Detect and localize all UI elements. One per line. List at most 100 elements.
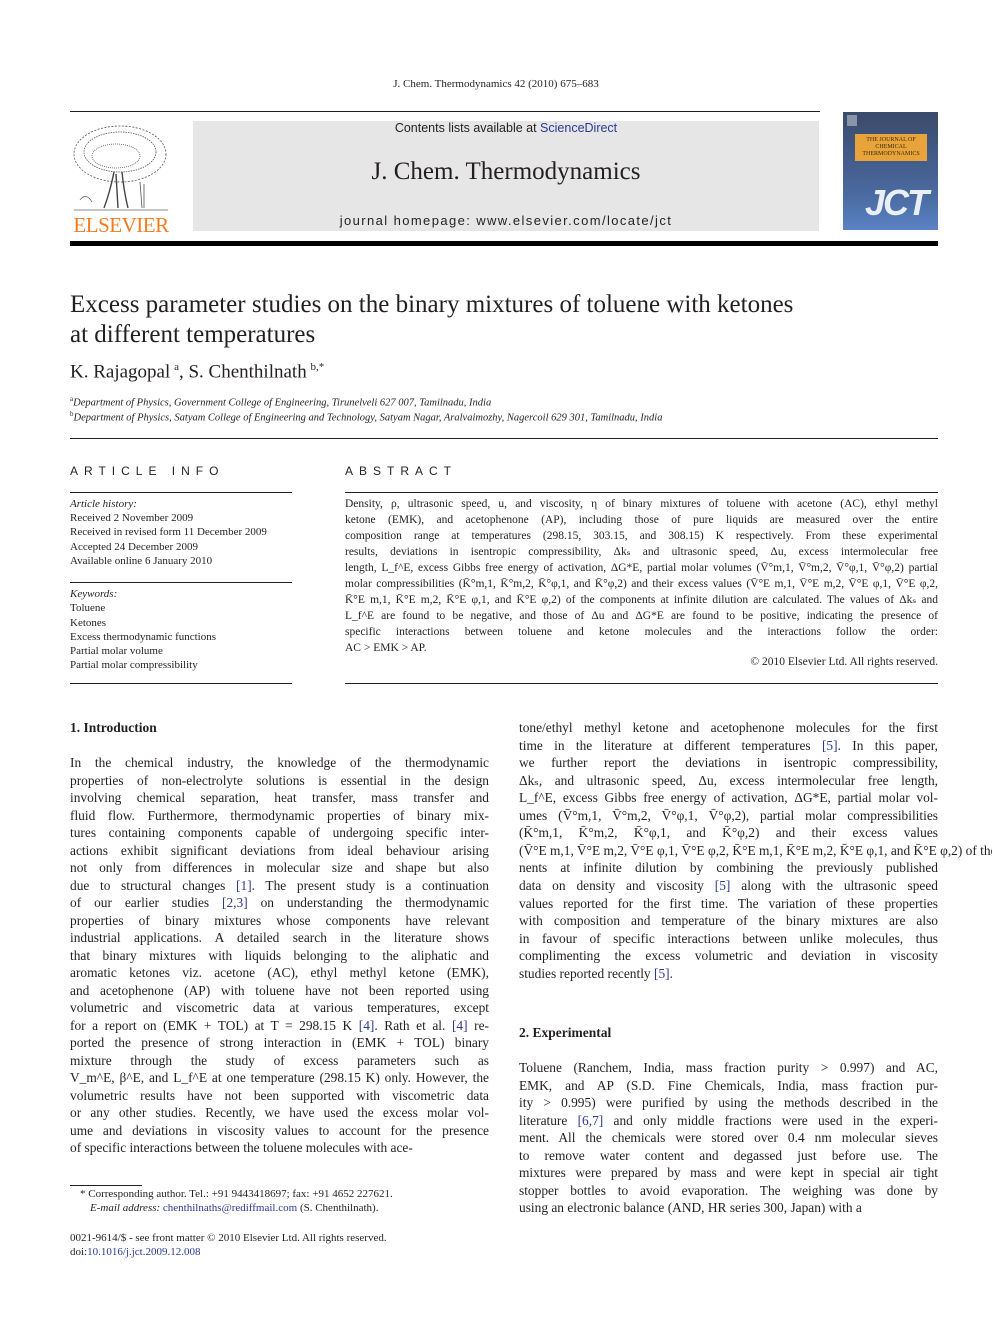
author-affil-sup: a xyxy=(174,361,179,373)
front-matter-note: 0021-9614/$ - see front matter © 2010 El… xyxy=(70,1232,387,1244)
tree-icon xyxy=(73,125,168,211)
paragraph-line: (V̄°E m,1, V̄°E m,2, V̄°E φ,1, V̄°E φ,2,… xyxy=(519,842,992,858)
author-name[interactable]: K. Rajagopal xyxy=(70,361,170,382)
section-title-experimental: 2. Experimental xyxy=(519,1025,612,1040)
paragraph-line: In the chemical industry, the knowledge … xyxy=(70,755,489,770)
paragraph-line: using an electronic balance (AND, HR ser… xyxy=(519,1200,862,1215)
paragraph-line: not only from differences in molecular s… xyxy=(70,860,489,875)
abstract-line: composition range at temperatures (298.1… xyxy=(345,530,938,542)
paragraph-line: V_m^E, β^E, and L_f^E at one temperature… xyxy=(70,1070,489,1085)
paragraph-line: fluid flow. Furthermore, thermodynamic p… xyxy=(70,807,489,823)
sciencedirect-link[interactable]: ScienceDirect xyxy=(540,121,617,135)
paragraph-line: Δkₛ, and ultrasonic speed, Δu, excess in… xyxy=(519,772,938,788)
article-info-bottom-rule xyxy=(70,683,292,684)
paragraph-line: stopper bottles to avoid evaporation. Th… xyxy=(519,1182,938,1198)
contents-line: Contents lists available at ScienceDirec… xyxy=(193,121,819,135)
paragraph-line: industrial applications. A detailed sear… xyxy=(70,930,489,945)
keyword[interactable]: Partial molar compressibility xyxy=(70,658,198,672)
abstract-line: specific interactions between toluene an… xyxy=(345,626,938,638)
abstract-line: results, deviations in isentropic compre… xyxy=(345,546,938,558)
paragraph-line: ment. All the chemicals were stored over… xyxy=(519,1130,938,1145)
abstract-line: K̄°E m,1, K̄°E m,2, K̄°E φ,1, and K̄°E φ… xyxy=(345,594,938,606)
journal-banner: Contents lists available at ScienceDirec… xyxy=(193,121,819,231)
paragraph-line: we further report the deviations in isen… xyxy=(519,755,938,771)
paragraph-line: for a report on (EMK + TOL) at T = 298.1… xyxy=(70,1017,489,1033)
affiliation-b: bDepartment of Physics, Satyam College o… xyxy=(70,410,662,424)
paragraph-line: due to structural changes [1]. The prese… xyxy=(70,877,489,893)
author-list: K. Rajagopal a, S. Chenthilnath b,* xyxy=(70,361,325,383)
paragraph-line: of our earlier studies [2,3] on understa… xyxy=(70,895,489,910)
running-head: J. Chem. Thermodynamics 42 (2010) 675–68… xyxy=(393,78,599,90)
paragraph-line: that binary mixtures with liquids belong… xyxy=(70,947,489,963)
paragraph-line: time in the literature at different temp… xyxy=(519,737,938,753)
paragraph-line: values reported for the first time. The … xyxy=(519,895,938,911)
abstract-heading: ABSTRACT xyxy=(345,464,458,478)
paragraph-line: ume and deviations in viscosity values t… xyxy=(70,1122,489,1138)
contents-prefix: Contents lists available at xyxy=(394,121,541,135)
paragraph-line: ported the presence of strong interactio… xyxy=(70,1035,489,1050)
citation-link[interactable]: [2,3] xyxy=(222,895,248,910)
article-info-rule xyxy=(70,492,292,493)
paragraph-line: mixture through the study of excess para… xyxy=(70,1052,489,1068)
abstract-rule xyxy=(345,492,938,493)
abstract-line: molar compressibilities (K̄°m,1, K̄°m,2,… xyxy=(345,578,938,590)
affiliation-a: aDepartment of Physics, Government Colle… xyxy=(70,395,491,409)
affil-text: Department of Physics, Satyam College of… xyxy=(73,412,663,424)
paragraph-line: Toluene (Ranchem, India, mass fraction p… xyxy=(519,1060,938,1075)
paragraph-line: in favour of specific interactions betwe… xyxy=(519,930,938,946)
paragraph-line: complimenting the excess volumetric and … xyxy=(519,948,938,964)
paragraph-line: properties of binary mixtures whose comp… xyxy=(70,912,489,928)
footnote-rule xyxy=(70,1185,142,1186)
citation-link[interactable]: [6,7] xyxy=(578,1113,604,1128)
paragraph-line: nents at infinite dilution by combining … xyxy=(519,860,938,876)
elsevier-mini-icon xyxy=(847,115,857,126)
abstract-line: ketone (EMK), and acetophenone (AP), inc… xyxy=(345,514,938,526)
journal-title: J. Chem. Thermodynamics xyxy=(371,158,641,185)
article-info-heading: ARTICLE INFO xyxy=(70,464,225,478)
article-title: Excess parameter studies on the binary m… xyxy=(70,290,930,350)
paragraph-line: to remove water content and degassed jus… xyxy=(519,1147,938,1163)
email-link[interactable]: chenthilnaths@rediffmail.com xyxy=(163,1202,297,1214)
citation-link[interactable]: [5] xyxy=(654,966,670,981)
paragraph-line: involving chemical separation, heat tran… xyxy=(70,790,489,805)
email-label: E-mail address: xyxy=(90,1202,163,1214)
paragraph-line: and acetophenone (AP) with toluene have … xyxy=(70,982,489,998)
abstract-line: L_f^E are found to be negative, and thos… xyxy=(345,610,938,622)
abstract-line: Density, ρ, ultrasonic speed, u, and vis… xyxy=(345,498,938,510)
journal-cover[interactable]: THE JOURNAL OF CHEMICAL THERMODYNAMICS J… xyxy=(843,112,938,230)
abstract-line: AC > EMK > AP. xyxy=(345,642,427,654)
paragraph-line: EMK, and AP (S.D. Fine Chemicals, India,… xyxy=(519,1077,938,1093)
history-item: Received in revised form 11 December 200… xyxy=(70,526,267,538)
citation-link[interactable]: [4] xyxy=(452,1018,468,1033)
doi-link[interactable]: 10.1016/j.jct.2009.12.008 xyxy=(87,1246,200,1258)
history-label: Article history: xyxy=(70,498,137,510)
keyword[interactable]: Ketones xyxy=(70,616,106,630)
banner-rule xyxy=(70,241,938,246)
abstract-bottom-rule xyxy=(345,683,938,684)
author-affil-sup: b,* xyxy=(310,361,325,373)
keyword[interactable]: Partial molar volume xyxy=(70,644,163,658)
journal-homepage[interactable]: journal homepage: www.elsevier.com/locat… xyxy=(193,213,819,228)
citation-link[interactable]: [1] xyxy=(236,878,252,893)
doi-note: doi:10.1016/j.jct.2009.12.008 xyxy=(70,1245,200,1259)
history-item: Received 2 November 2009 xyxy=(70,512,194,524)
abstract-copyright: © 2010 Elsevier Ltd. All rights reserved… xyxy=(750,656,938,668)
keyword[interactable]: Toluene xyxy=(70,601,105,615)
citation-link[interactable]: [4] xyxy=(359,1018,375,1033)
elsevier-logo[interactable]: ELSEVIER xyxy=(70,122,172,237)
email-note: E-mail address: chenthilnaths@rediffmail… xyxy=(90,1201,378,1215)
paragraph-line: literature [6,7] and only middle fractio… xyxy=(519,1112,938,1128)
title-line-1: Excess parameter studies on the binary m… xyxy=(70,291,794,318)
title-rule xyxy=(70,438,938,439)
cover-band: THE JOURNAL OF CHEMICAL THERMODYNAMICS xyxy=(855,134,927,161)
abstract-line: length, L_f^E, excess Gibbs free energy … xyxy=(345,562,938,574)
keyword[interactable]: Excess thermodynamic functions xyxy=(70,630,216,644)
citation-link[interactable]: [5] xyxy=(822,738,838,753)
header-rule xyxy=(70,111,820,112)
elsevier-wordmark: ELSEVIER xyxy=(73,213,169,237)
citation-link[interactable]: [5] xyxy=(715,878,731,893)
history-item: Accepted 24 December 2009 xyxy=(70,541,198,553)
author-name[interactable]: S. Chenthilnath xyxy=(188,361,306,382)
paragraph-line: with composition and temperature of the … xyxy=(519,913,938,929)
paragraph-line: L_f^E, excess Gibbs free energy of activ… xyxy=(519,790,938,806)
